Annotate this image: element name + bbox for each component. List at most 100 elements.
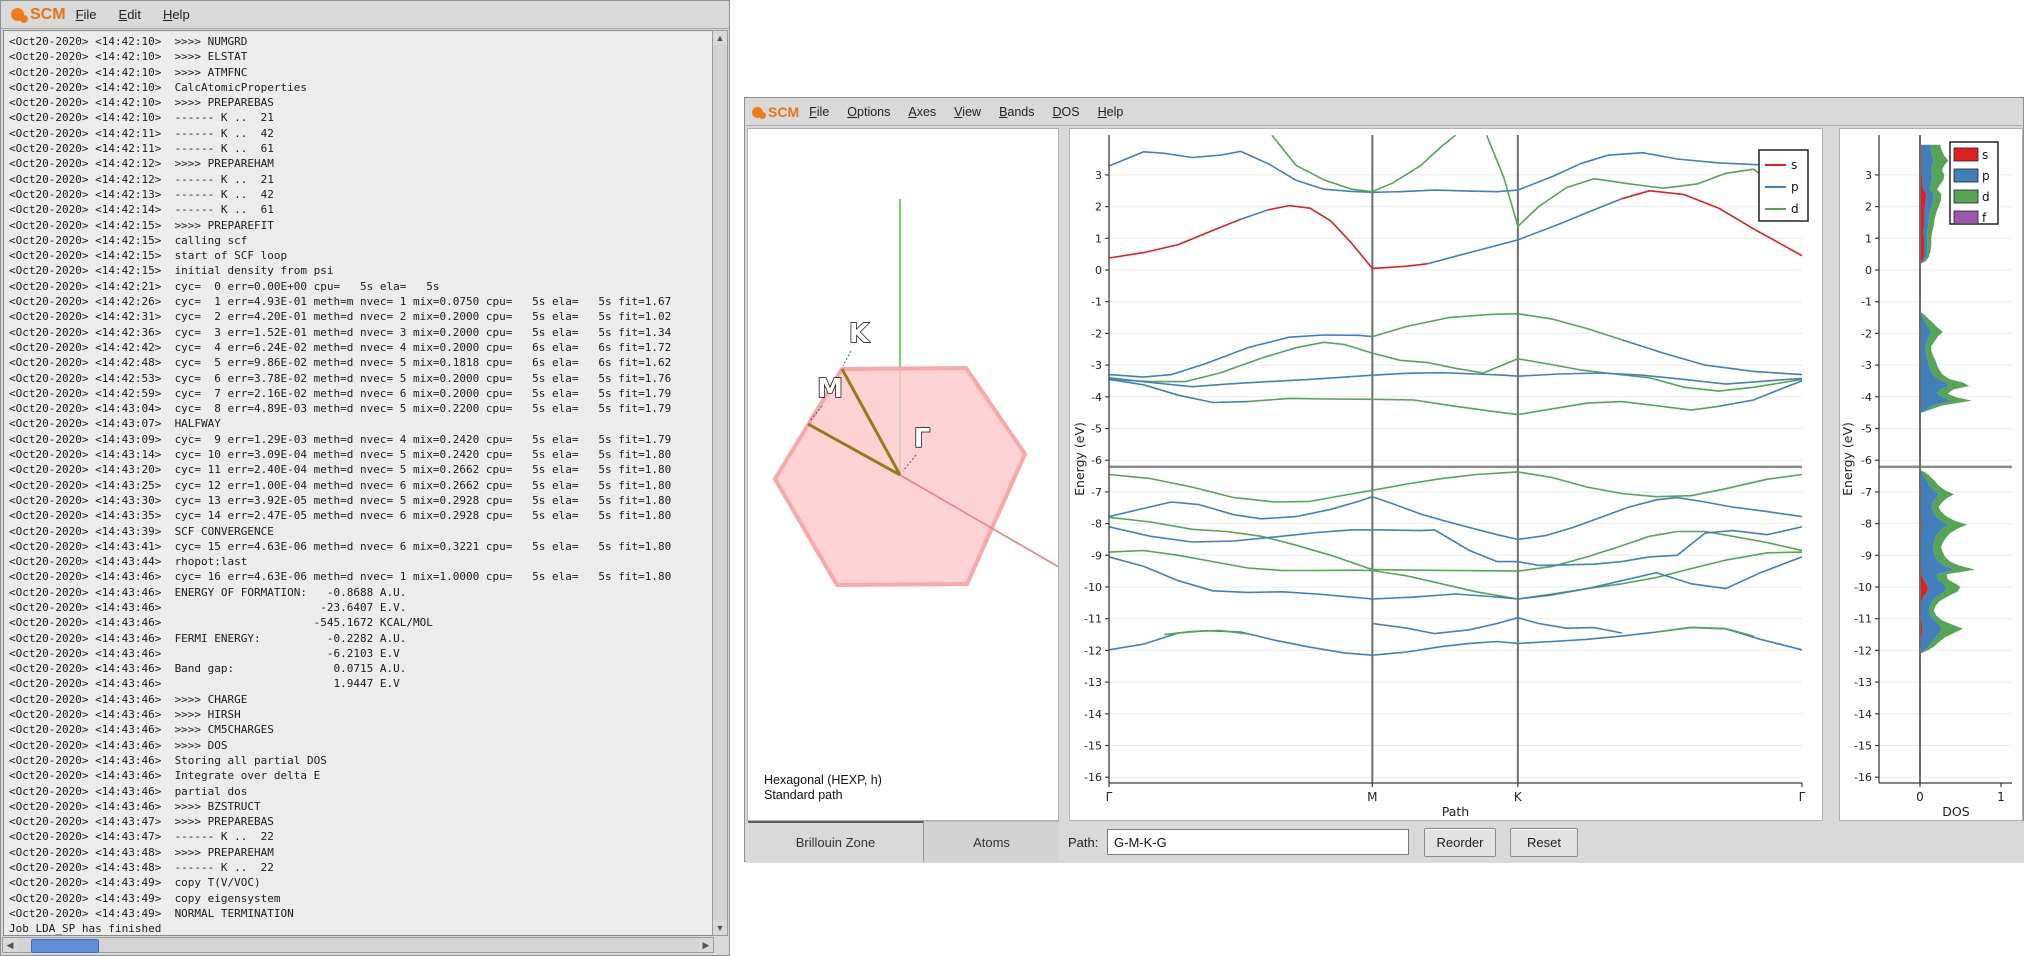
legend-entry-s: s [1791, 158, 1797, 172]
svg-text:Γ: Γ [1799, 790, 1806, 804]
svg-text:-10: -10 [1854, 581, 1872, 594]
svg-text:-15: -15 [1854, 740, 1872, 753]
log-vertical-scrollbar[interactable]: ▲ ▼ [712, 30, 728, 936]
svg-text:-11: -11 [1084, 613, 1102, 626]
svg-text:1: 1 [1997, 790, 2005, 804]
svg-text:-2: -2 [1091, 327, 1102, 340]
menu-file[interactable]: File [76, 7, 97, 22]
lattice-type: Hexagonal (HEXP, h) [764, 773, 882, 788]
svg-text:1: 1 [1095, 232, 1102, 245]
svg-text:-1: -1 [1091, 296, 1102, 309]
legend-entry-d: d [1982, 190, 1990, 204]
band-line-d [1272, 135, 1456, 191]
horizontal-scrollbar-thumb[interactable] [31, 939, 99, 953]
band-structure-plot[interactable]: 3210-1-2-3-4-5-6-7-8-9-10-11-12-13-14-15… [1070, 129, 1822, 820]
reorder-button[interactable]: Reorder [1424, 828, 1496, 857]
log-text: <Oct20-2020> <14:42:10> >>>> NUMGRD <Oct… [4, 31, 712, 936]
band-line-d [1248, 398, 1719, 414]
band-line-p [1622, 340, 1802, 375]
svg-text:-3: -3 [1861, 359, 1872, 372]
svg-text:0: 0 [1916, 790, 1924, 804]
scm-logo-dot-icon [759, 112, 766, 119]
band-line-p [1109, 497, 1802, 540]
menu-edit[interactable]: Edit [119, 7, 141, 22]
tab-label: Atoms [973, 835, 1010, 850]
x-axis-label: DOS [1942, 804, 1969, 819]
band-line-p [1241, 210, 1269, 220]
svg-text:Γ: Γ [1106, 790, 1113, 804]
lattice-path: Standard path [764, 788, 882, 803]
scm-logo-icon: SCM [11, 6, 66, 24]
scroll-down-icon[interactable]: ▼ [713, 921, 727, 935]
y-axis-label: Energy (eV) [1840, 422, 1855, 496]
svg-text:-8: -8 [1091, 518, 1102, 531]
svg-text:-5: -5 [1861, 423, 1872, 436]
svg-text:-16: -16 [1084, 771, 1102, 784]
legend-entry-d: d [1791, 202, 1799, 216]
menu-file[interactable]: File [809, 105, 829, 119]
band-window-menu: File Options Axes View Bands DOS Help [809, 105, 1141, 119]
reset-button[interactable]: Reset [1510, 828, 1578, 857]
brillouin-zone-panel[interactable]: KM Γ Hexagonal (HEXP, h) Standard path [747, 128, 1059, 821]
scm-logo-icon: SCM [752, 104, 799, 120]
bottom-bar: Brillouin Zone Atoms Path: Reorder Reset [746, 821, 2024, 863]
menu-dos[interactable]: DOS [1053, 105, 1080, 119]
log-window: SCM File Edit Help <Oct20-2020> <14:42:10>… [0, 0, 730, 956]
band-line-d [1109, 472, 1802, 502]
band-window-menubar: SCM File Options Axes View Bands DOS Help [746, 99, 2022, 126]
legend-entry-p: p [1791, 180, 1799, 194]
band-line-d [1109, 517, 1802, 571]
svg-text:3: 3 [1865, 169, 1872, 182]
dos-plot-panel[interactable]: 3210-1-2-3-4-5-6-7-8-9-10-11-12-13-14-15… [1839, 128, 2023, 821]
band-line-p [1109, 557, 1802, 599]
scm-logo-text: SCM [768, 104, 799, 120]
band-plot-panel[interactable]: 3210-1-2-3-4-5-6-7-8-9-10-11-12-13-14-15… [1069, 128, 1823, 821]
svg-text:1: 1 [1865, 232, 1872, 245]
svg-text:-16: -16 [1854, 771, 1872, 784]
band-line-p [1372, 618, 1622, 634]
tab-atoms[interactable]: Atoms [924, 821, 1059, 862]
svg-text:-12: -12 [1084, 644, 1102, 657]
svg-text:-14: -14 [1854, 708, 1872, 721]
bz-hexagon[interactable] [775, 368, 1025, 585]
menu-options[interactable]: Options [847, 105, 890, 119]
bz-label-K: K [849, 319, 870, 349]
svg-text:-6: -6 [1861, 454, 1872, 467]
legend-entry-p: p [1982, 169, 1990, 183]
tab-label: Brillouin Zone [796, 835, 876, 850]
bz-label-M: M [817, 374, 843, 404]
svg-text:-12: -12 [1854, 644, 1872, 657]
log-horizontal-scrollbar[interactable]: ◀ ▶ [2, 937, 714, 953]
svg-text:-10: -10 [1084, 581, 1102, 594]
dos-plot[interactable]: 3210-1-2-3-4-5-6-7-8-9-10-11-12-13-14-15… [1840, 129, 2022, 820]
svg-text:-15: -15 [1084, 740, 1102, 753]
menu-bands[interactable]: Bands [999, 105, 1034, 119]
menu-help[interactable]: Help [163, 7, 190, 22]
menu-help[interactable]: Help [1098, 105, 1124, 119]
menu-view[interactable]: View [954, 105, 981, 119]
tab-brillouin-zone[interactable]: Brillouin Zone [748, 821, 924, 862]
scroll-right-icon[interactable]: ▶ [699, 938, 713, 952]
svg-text:-9: -9 [1861, 549, 1872, 562]
legend-entry-s: s [1982, 148, 1988, 162]
svg-text:2: 2 [1865, 201, 1872, 214]
svg-text:-2: -2 [1861, 327, 1872, 340]
band-line-p [1109, 335, 1372, 377]
band-line-d [1372, 314, 1622, 340]
menu-axes[interactable]: Axes [908, 105, 936, 119]
band-line-p [1109, 151, 1802, 192]
brillouin-zone-viewport[interactable]: KM Γ [748, 129, 1058, 820]
svg-text:-14: -14 [1084, 708, 1102, 721]
svg-text:M: M [1367, 790, 1377, 804]
svg-text:-13: -13 [1084, 676, 1102, 689]
scroll-up-icon[interactable]: ▲ [713, 31, 727, 45]
bz-label-Γ: Γ [914, 424, 931, 454]
path-input[interactable] [1107, 829, 1409, 855]
log-window-menu: File Edit Help [76, 7, 212, 22]
svg-text:2: 2 [1095, 201, 1102, 214]
log-output[interactable]: <Oct20-2020> <14:42:10> >>>> NUMGRD <Oct… [3, 30, 713, 936]
lattice-info: Hexagonal (HEXP, h) Standard path [764, 773, 882, 803]
scroll-left-icon[interactable]: ◀ [3, 938, 17, 952]
path-label: Path: [1068, 835, 1098, 850]
svg-text:K: K [1514, 790, 1523, 804]
